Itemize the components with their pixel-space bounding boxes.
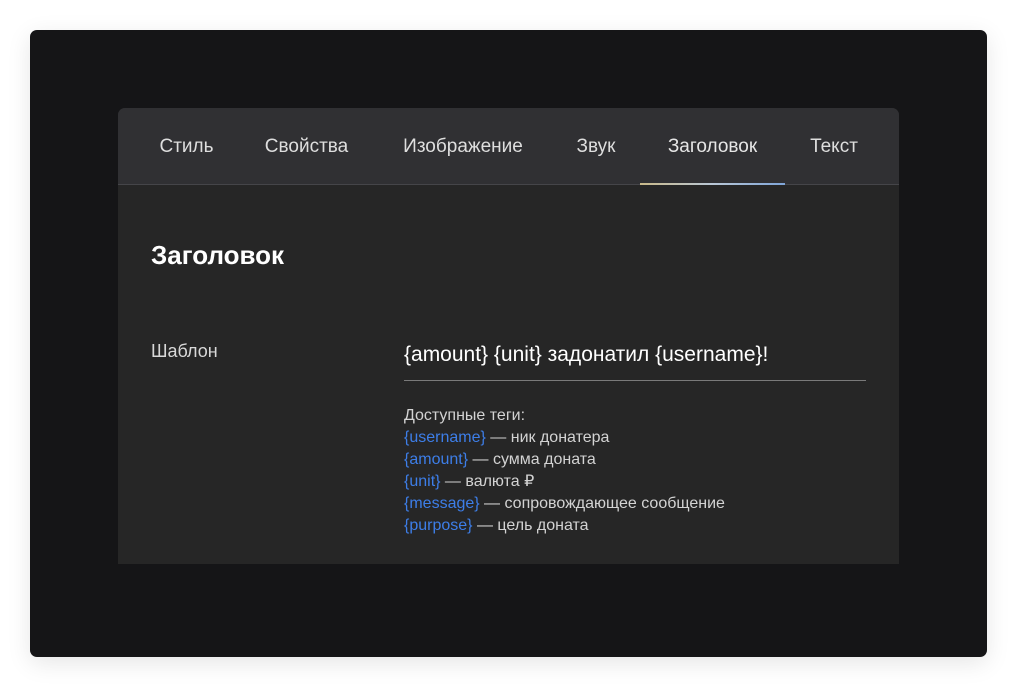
active-tab-indicator <box>640 183 785 185</box>
tab-sound[interactable]: Звук <box>564 108 628 184</box>
tab-bar: Стиль Свойства Изображение Звук Заголово… <box>118 108 899 185</box>
tag-purpose[interactable]: {purpose} <box>404 517 473 534</box>
tag-line-amount: {amount} — сумма доната <box>404 449 725 471</box>
tab-style[interactable]: Стиль <box>139 108 234 184</box>
tab-properties[interactable]: Свойства <box>249 108 364 184</box>
tab-text[interactable]: Текст <box>798 108 870 184</box>
tag-line-unit: {unit} — валюта ₽ <box>404 471 725 493</box>
tag-line-message: {message} — сопровождающее сообщение <box>404 493 725 515</box>
settings-panel: Стиль Свойства Изображение Звук Заголово… <box>118 108 899 564</box>
available-tags: Доступные теги: {username} — ник донатер… <box>404 405 725 537</box>
tag-unit[interactable]: {unit} <box>404 473 440 490</box>
tab-image[interactable]: Изображение <box>386 108 540 184</box>
tab-title[interactable]: Заголовок <box>640 108 785 185</box>
tab-title-label: Заголовок <box>667 136 758 157</box>
tag-username-desc: — ник донатера <box>485 429 610 446</box>
tag-line-purpose: {purpose} — цель доната <box>404 515 725 537</box>
tag-amount-desc: — сумма доната <box>468 451 596 468</box>
tags-heading: Доступные теги: <box>404 407 526 424</box>
section-title: Заголовок <box>151 240 285 270</box>
tag-purpose-desc: — цель доната <box>472 517 589 534</box>
tag-amount[interactable]: {amount} <box>404 451 468 468</box>
tag-line-username: {username} — ник донатера <box>404 427 725 449</box>
tag-message-desc: — сопровождающее сообщение <box>479 495 725 512</box>
tag-unit-desc: — валюта ₽ <box>440 473 535 490</box>
app-frame: Стиль Свойства Изображение Звук Заголово… <box>30 30 987 657</box>
template-label: Шаблон <box>151 341 218 361</box>
template-input[interactable] <box>404 330 866 381</box>
tag-username[interactable]: {username} <box>404 429 486 446</box>
tag-message[interactable]: {message} <box>404 495 480 512</box>
